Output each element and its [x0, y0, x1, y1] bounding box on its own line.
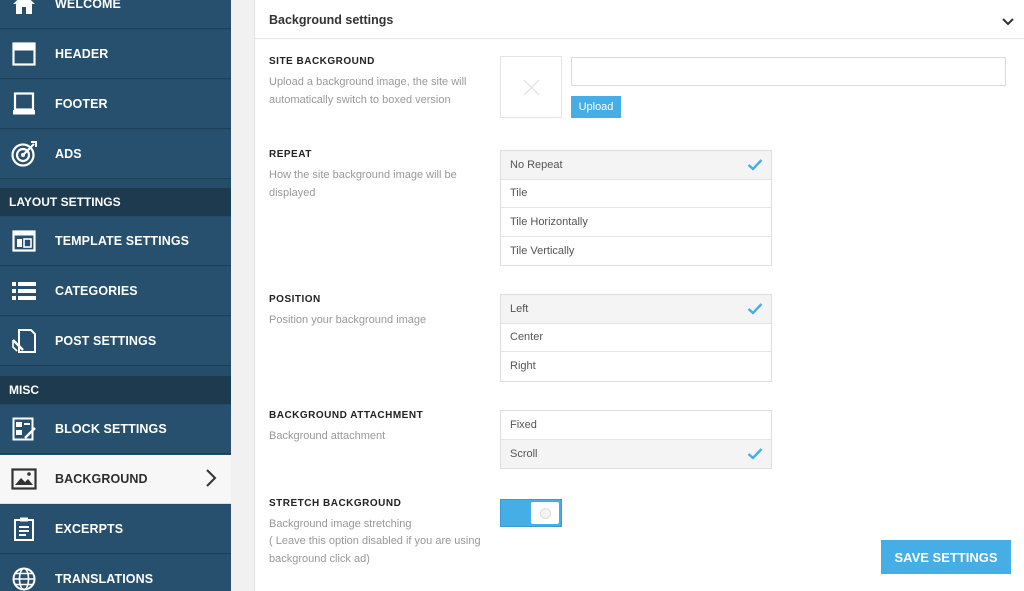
position-desc: Position your background image [269, 314, 427, 326]
check-icon [747, 447, 763, 463]
empty-image-x-icon [523, 79, 540, 96]
position-option-center[interactable]: Center [501, 324, 771, 352]
settings-panel: Background settings SITE BACKGROUND Uplo… [254, 0, 1024, 591]
site-background-title: SITE BACKGROUND [269, 56, 375, 67]
chevron-right-icon [205, 468, 217, 493]
panel-header[interactable]: Background settings [255, 2, 1024, 39]
repeat-option-tile-vertically[interactable]: Tile Vertically [501, 237, 771, 266]
attachment-option-scroll[interactable]: Scroll [501, 439, 771, 468]
option-label: Left [510, 302, 529, 315]
upload-button[interactable]: Upload [571, 96, 621, 118]
sidebar-item-background[interactable]: BACKGROUND [0, 455, 231, 504]
sidebar-item-footer[interactable]: FOOTER [0, 80, 231, 129]
sidebar-item-label: BLOCK SETTINGS [55, 422, 167, 436]
option-label: No Repeat [510, 158, 563, 171]
sidebar-item-header[interactable]: HEADER [0, 30, 231, 79]
stretch-note: ( Leave this option disabled if you are … [269, 535, 481, 565]
post-icon [11, 328, 37, 354]
position-title: POSITION [269, 294, 321, 305]
option-label: Tile [510, 187, 528, 200]
header-icon [11, 41, 37, 67]
section-header-misc: MISC [0, 376, 231, 404]
sidebar-item-label: EXCERPTS [55, 522, 124, 536]
repeat-option-no-repeat[interactable]: No Repeat [501, 151, 771, 180]
sidebar-item-categories[interactable]: CATEGORIES [0, 267, 231, 316]
sidebar-item-label: CATEGORIES [55, 284, 138, 298]
repeat-title: REPEAT [269, 149, 312, 160]
check-icon [747, 302, 763, 318]
globe-icon [11, 566, 37, 591]
footer-icon [11, 91, 37, 117]
chevron-down-icon[interactable] [1001, 14, 1015, 32]
background-image-preview[interactable] [500, 56, 562, 118]
image-icon [11, 466, 37, 492]
sidebar-item-label: POST SETTINGS [55, 334, 157, 348]
toggle-knob [531, 502, 559, 524]
stretch-toggle[interactable] [500, 499, 562, 527]
position-options: Left Center Right [500, 294, 772, 382]
option-label: Scroll [510, 447, 538, 460]
stretch-title: STRETCH BACKGROUND [269, 498, 402, 509]
sidebar-item-block-settings[interactable]: BLOCK SETTINGS [0, 405, 231, 454]
sidebar-item-template-settings[interactable]: TEMPLATE SETTINGS [0, 217, 231, 266]
repeat-options: No Repeat Tile Tile Horizontally Tile Ve… [500, 150, 772, 266]
attachment-desc: Background attachment [269, 430, 386, 442]
check-icon [747, 158, 763, 174]
site-background-desc: Upload a background image, the site will… [269, 76, 467, 106]
position-option-left[interactable]: Left [501, 295, 771, 324]
sidebar-item-translations[interactable]: TRANSLATIONS [0, 555, 231, 591]
option-label: Fixed [510, 418, 537, 431]
repeat-option-tile-horizontally[interactable]: Tile Horizontally [501, 208, 771, 237]
sidebar-item-excerpts[interactable]: EXCERPTS [0, 505, 231, 554]
template-icon [11, 228, 37, 254]
document-icon [11, 516, 37, 542]
sidebar-item-label: FOOTER [55, 97, 108, 111]
sidebar-item-label: TRANSLATIONS [55, 572, 154, 586]
target-icon [11, 141, 37, 167]
option-label: Tile Vertically [510, 244, 575, 257]
list-icon [11, 278, 37, 304]
repeat-desc: How the site background image will be di… [269, 169, 457, 199]
attachment-options: Fixed Scroll [500, 410, 772, 469]
sidebar-item-ads[interactable]: ADS [0, 130, 231, 179]
attachment-option-fixed[interactable]: Fixed [501, 411, 771, 440]
save-settings-button[interactable]: SAVE SETTINGS [881, 540, 1011, 574]
position-option-right[interactable]: Right [501, 352, 771, 381]
repeat-option-tile[interactable]: Tile [501, 180, 771, 208]
option-label: Tile Horizontally [510, 215, 588, 228]
option-label: Right [510, 360, 536, 373]
sidebar-item-post-settings[interactable]: POST SETTINGS [0, 317, 231, 366]
sidebar-item-label: TEMPLATE SETTINGS [55, 234, 190, 248]
block-icon [11, 416, 37, 442]
sidebar-item-label: WELCOME [55, 0, 121, 11]
home-icon [11, 0, 37, 17]
panel-title: Background settings [269, 13, 394, 27]
stretch-desc: Background image stretching [269, 518, 412, 530]
sidebar-item-welcome[interactable]: WELCOME [0, 0, 231, 29]
sidebar-item-label: ADS [55, 147, 82, 161]
sidebar-item-label: HEADER [55, 47, 109, 61]
sidebar-item-label: BACKGROUND [55, 472, 148, 486]
attachment-title: BACKGROUND ATTACHMENT [269, 410, 424, 421]
option-label: Center [510, 331, 544, 344]
background-url-input[interactable] [571, 57, 1006, 86]
section-header-layout: LAYOUT SETTINGS [0, 188, 231, 216]
sidebar: WELCOME HEADER FOOTER ADS LAYOUT SETTING… [0, 0, 231, 591]
